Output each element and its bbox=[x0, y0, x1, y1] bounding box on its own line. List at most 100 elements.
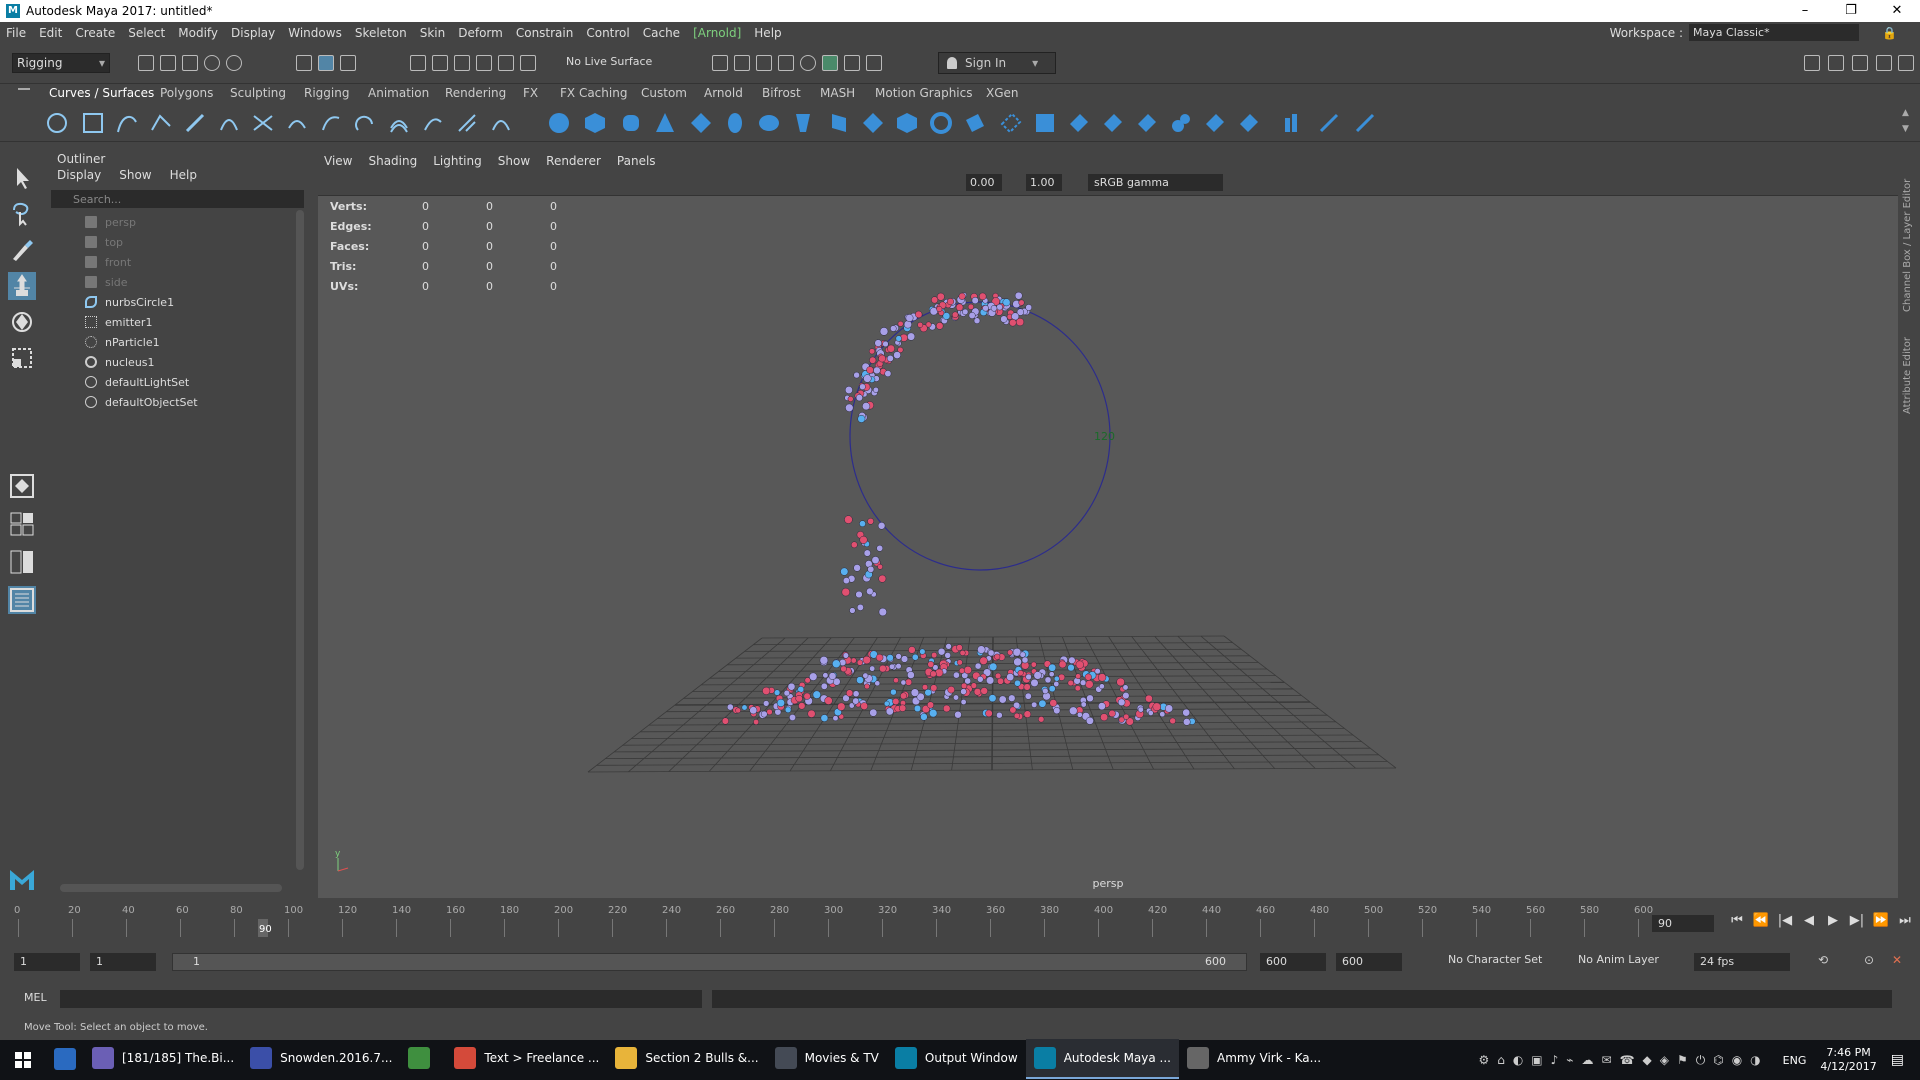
taskbar-task[interactable] bbox=[400, 1039, 446, 1079]
select-tool-icon[interactable] bbox=[8, 164, 36, 192]
snap-point-icon[interactable] bbox=[454, 55, 470, 71]
playback-start-field[interactable]: 1 bbox=[90, 953, 156, 971]
menu-file[interactable]: File bbox=[6, 26, 26, 40]
tab-curves-surfaces[interactable]: Curves / Surfaces bbox=[49, 86, 154, 100]
four-view-layout-icon[interactable] bbox=[8, 510, 36, 538]
color-space-dropdown[interactable]: sRGB gamma bbox=[1088, 174, 1223, 191]
tab-fx-caching[interactable]: FX Caching bbox=[560, 86, 627, 100]
animation-start-field[interactable]: 1 bbox=[14, 953, 80, 971]
outliner-layout-icon[interactable] bbox=[8, 586, 36, 614]
menu-help[interactable]: Help bbox=[754, 26, 781, 40]
attach-curves-icon[interactable] bbox=[252, 112, 274, 134]
render-settings-icon[interactable] bbox=[778, 55, 794, 71]
tool-settings-icon[interactable] bbox=[1876, 55, 1892, 71]
close-button[interactable]: ✕ bbox=[1874, 0, 1920, 22]
nurbs-plane-icon[interactable] bbox=[690, 112, 712, 134]
current-frame-field[interactable]: 90 bbox=[1652, 915, 1714, 932]
outliner-item-defaultlightset[interactable]: defaultLightSet bbox=[45, 372, 310, 392]
paint-select-tool-icon[interactable] bbox=[8, 236, 36, 264]
taskbar-task[interactable]: Movies & TV bbox=[767, 1039, 887, 1079]
outliner-item-nucleus1[interactable]: nucleus1 bbox=[45, 352, 310, 372]
workspace-dropdown[interactable]: Maya Classic* bbox=[1689, 24, 1860, 41]
menu-select[interactable]: Select bbox=[128, 26, 165, 40]
menu-windows[interactable]: Windows bbox=[288, 26, 342, 40]
open-close-surfaces-icon[interactable] bbox=[1282, 112, 1304, 134]
boundary-icon[interactable] bbox=[930, 112, 952, 134]
rebuild-curve-icon[interactable] bbox=[422, 112, 444, 134]
snap-plane-icon[interactable] bbox=[498, 55, 514, 71]
attach-surfaces-icon[interactable] bbox=[1170, 112, 1192, 134]
detach-surfaces-icon[interactable] bbox=[1204, 112, 1226, 134]
intersect-surfaces-icon[interactable] bbox=[1034, 112, 1056, 134]
revolve-icon[interactable] bbox=[758, 112, 780, 134]
insert-knot-icon[interactable] bbox=[320, 112, 342, 134]
ep-curve-icon[interactable] bbox=[150, 112, 172, 134]
fps-dropdown[interactable]: 24 fps bbox=[1694, 953, 1790, 971]
bevel-icon[interactable] bbox=[896, 112, 918, 134]
nurbs-cone-icon[interactable] bbox=[654, 112, 676, 134]
planar-icon[interactable] bbox=[828, 112, 850, 134]
viewport-menu-show[interactable]: Show bbox=[498, 154, 530, 168]
animation-end-field[interactable]: 600 bbox=[1336, 953, 1402, 971]
sign-in-button[interactable]: Sign In ▾ bbox=[938, 52, 1056, 74]
restore-button[interactable]: ❐ bbox=[1828, 0, 1874, 22]
extend-curve-icon[interactable] bbox=[354, 112, 376, 134]
snap-grid-icon[interactable] bbox=[410, 55, 426, 71]
tab-custom[interactable]: Custom bbox=[641, 86, 687, 100]
single-perspective-layout-icon[interactable] bbox=[8, 472, 36, 500]
menu-deform[interactable]: Deform bbox=[458, 26, 503, 40]
select-component-icon[interactable] bbox=[340, 55, 356, 71]
outliner-menu-help[interactable]: Help bbox=[170, 168, 197, 186]
attribute-editor-toggle-icon[interactable] bbox=[1898, 55, 1914, 71]
taskbar-task[interactable]: Snowden.2016.7... bbox=[242, 1039, 400, 1079]
outliner-item-emitter1[interactable]: emitter1 bbox=[45, 312, 310, 332]
play-forward-button[interactable]: ▶ bbox=[1821, 913, 1845, 928]
align-surfaces-icon[interactable] bbox=[1238, 112, 1260, 134]
taskbar-task[interactable]: Ammy Virk - Ka... bbox=[1179, 1039, 1329, 1079]
snap-live-icon[interactable] bbox=[520, 55, 536, 71]
nurbs-square-icon[interactable] bbox=[82, 112, 104, 134]
language-indicator[interactable]: ENG bbox=[1783, 1054, 1807, 1067]
nurbs-cube-icon[interactable] bbox=[584, 112, 606, 134]
render-frame-icon[interactable] bbox=[734, 55, 750, 71]
tab-mash[interactable]: MASH bbox=[820, 86, 855, 100]
menu-cache[interactable]: Cache bbox=[643, 26, 680, 40]
menu-skin[interactable]: Skin bbox=[420, 26, 446, 40]
shelf-scroll-down-icon[interactable]: ▼ bbox=[1902, 124, 1909, 134]
step-back-frame-button[interactable]: |◀ bbox=[1773, 913, 1797, 928]
range-slider[interactable]: 1 600 bbox=[172, 953, 1247, 971]
untrim-icon[interactable] bbox=[1136, 112, 1158, 134]
nurbs-torus-icon[interactable] bbox=[724, 112, 746, 134]
time-slider[interactable]: 0 20 40 60 80 100 120 140 160 180 200 220 240 260 280 3… bbox=[0, 905, 1920, 939]
play-backward-button[interactable]: ◀ bbox=[1797, 913, 1821, 928]
offset-curve-icon[interactable] bbox=[388, 112, 410, 134]
ipr-render-icon[interactable] bbox=[756, 55, 772, 71]
system-clock[interactable]: 7:46 PM 4/12/2017 bbox=[1820, 1046, 1876, 1074]
select-object-icon[interactable] bbox=[318, 55, 334, 71]
outliner-menu-display[interactable]: Display bbox=[57, 168, 101, 186]
taskbar-task[interactable]: Autodesk Maya ... bbox=[1025, 1039, 1179, 1079]
nurbs-circle[interactable] bbox=[849, 301, 1111, 571]
arnold-ipr-icon[interactable] bbox=[844, 55, 860, 71]
rotate-tool-icon[interactable] bbox=[8, 308, 36, 336]
add-points-icon[interactable] bbox=[456, 112, 478, 134]
character-set-dropdown[interactable]: No Character Set bbox=[1448, 953, 1542, 966]
cv-curve-icon[interactable] bbox=[116, 112, 138, 134]
taskbar-task[interactable]: Output Window bbox=[887, 1039, 1026, 1079]
command-input[interactable] bbox=[60, 990, 702, 1008]
square-surface-icon[interactable] bbox=[964, 112, 986, 134]
trim-tool-icon[interactable] bbox=[1102, 112, 1124, 134]
tab-motion-graphics[interactable]: Motion Graphics bbox=[875, 86, 973, 100]
menu-modify[interactable]: Modify bbox=[178, 26, 218, 40]
step-forward-key-button[interactable]: ⏩ bbox=[1869, 913, 1893, 928]
menu-control[interactable]: Control bbox=[586, 26, 629, 40]
gamma-field[interactable]: 1.00 bbox=[1026, 174, 1062, 191]
menu-display[interactable]: Display bbox=[231, 26, 275, 40]
tab-rendering[interactable]: Rendering bbox=[445, 86, 506, 100]
playback-end-field[interactable]: 600 bbox=[1260, 953, 1326, 971]
outliner-item-front[interactable]: front bbox=[45, 252, 310, 272]
outliner-item-defaultobjectset[interactable]: defaultObjectSet bbox=[45, 392, 310, 412]
viewport-menu-panels[interactable]: Panels bbox=[617, 154, 656, 168]
channel-box-tab[interactable]: Channel Box / Layer Editor bbox=[1902, 162, 1918, 312]
project-curve-icon[interactable] bbox=[1068, 112, 1090, 134]
